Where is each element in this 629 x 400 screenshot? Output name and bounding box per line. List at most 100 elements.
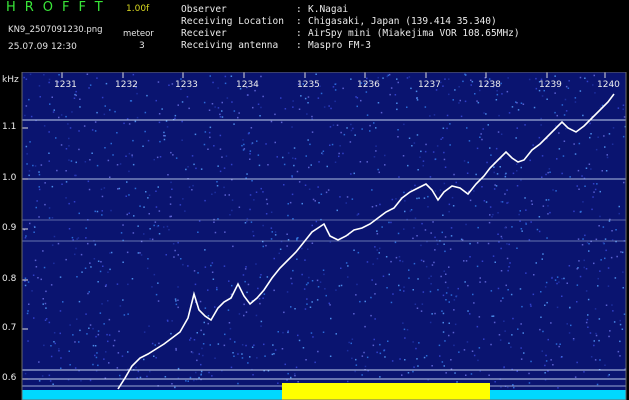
noise-speck: [139, 376, 142, 379]
noise-speck: [38, 216, 40, 218]
noise-speck: [496, 93, 499, 96]
noise-speck: [58, 116, 60, 119]
noise-speck: [147, 197, 149, 199]
noise-speck: [59, 310, 62, 312]
noise-speck: [155, 99, 157, 102]
noise-speck: [408, 277, 410, 279]
noise-speck: [51, 96, 53, 98]
noise-speck: [399, 289, 401, 291]
noise-speck: [219, 134, 222, 137]
noise-speck: [566, 323, 568, 325]
noise-speck: [427, 195, 429, 198]
mode-value: 3: [139, 41, 145, 51]
noise-speck: [415, 90, 418, 93]
noise-speck: [315, 73, 317, 75]
noise-speck: [105, 82, 108, 85]
noise-speck: [170, 181, 172, 184]
noise-speck: [123, 314, 126, 316]
noise-speck: [168, 229, 170, 231]
noise-speck: [88, 327, 90, 329]
noise-speck: [552, 189, 554, 191]
noise-speck: [250, 143, 253, 145]
noise-speck: [619, 319, 621, 322]
noise-speck: [363, 351, 365, 354]
noise-speck: [448, 322, 450, 324]
noise-speck: [582, 238, 584, 240]
noise-speck: [622, 108, 624, 110]
noise-speck: [416, 97, 418, 99]
noise-speck: [165, 120, 168, 122]
noise-speck: [228, 322, 231, 324]
noise-speck: [545, 354, 547, 357]
noise-speck: [621, 328, 624, 330]
noise-speck: [508, 243, 510, 246]
noise-speck: [484, 281, 487, 283]
noise-speck: [307, 139, 309, 141]
noise-speck: [44, 319, 47, 321]
noise-speck: [389, 93, 391, 96]
noise-speck: [156, 156, 159, 159]
noise-speck: [38, 186, 40, 188]
noise-speck: [204, 199, 206, 202]
mode-label: meteor: [123, 29, 154, 39]
noise-speck: [391, 198, 394, 201]
noise-speck: [507, 77, 509, 79]
noise-speck: [544, 379, 547, 381]
noise-speck: [449, 123, 451, 125]
noise-speck: [94, 243, 97, 246]
noise-speck: [309, 306, 312, 308]
noise-speck: [444, 340, 446, 342]
noise-speck: [290, 306, 292, 308]
noise-speck: [70, 160, 73, 162]
noise-speck: [273, 289, 275, 292]
x-tick-label: 1231: [54, 80, 77, 90]
noise-speck: [245, 311, 248, 313]
noise-speck: [504, 193, 506, 195]
noise-speck: [547, 370, 549, 372]
noise-speck: [513, 386, 515, 389]
noise-speck: [25, 145, 28, 148]
noise-speck: [504, 227, 506, 229]
noise-speck: [494, 381, 496, 383]
noise-speck: [65, 197, 67, 199]
noise-speck: [376, 233, 379, 235]
noise-speck: [260, 75, 262, 78]
noise-speck: [204, 307, 207, 309]
noise-speck: [589, 136, 591, 139]
noise-speck: [146, 94, 148, 97]
noise-speck: [561, 172, 563, 175]
noise-speck: [598, 318, 601, 320]
noise-speck: [96, 77, 98, 79]
noise-speck: [521, 305, 523, 308]
noise-speck: [53, 235, 56, 238]
noise-speck: [547, 213, 549, 215]
noise-speck: [535, 77, 537, 80]
noise-speck: [219, 170, 222, 173]
noise-speck: [157, 186, 159, 188]
noise-speck: [231, 101, 233, 103]
noise-speck: [247, 94, 249, 96]
noise-speck: [40, 278, 42, 281]
noise-speck: [212, 81, 214, 84]
noise-speck: [585, 321, 588, 324]
noise-speck: [157, 282, 159, 284]
noise-speck: [346, 196, 349, 198]
noise-speck: [340, 267, 342, 269]
noise-speck: [297, 237, 299, 239]
noise-speck: [342, 152, 344, 155]
noise-speck: [403, 228, 405, 230]
noise-speck: [223, 265, 226, 267]
noise-speck: [217, 343, 220, 345]
noise-speck: [388, 273, 390, 276]
noise-speck: [416, 358, 418, 360]
noise-speck: [370, 314, 372, 317]
noise-speck: [38, 361, 40, 363]
noise-speck: [443, 270, 445, 272]
noise-speck: [92, 363, 94, 366]
noise-speck: [620, 251, 622, 253]
noise-speck: [357, 213, 360, 215]
noise-speck: [497, 131, 500, 133]
noise-speck: [593, 74, 595, 77]
noise-speck: [263, 293, 266, 295]
noise-speck: [259, 302, 261, 305]
